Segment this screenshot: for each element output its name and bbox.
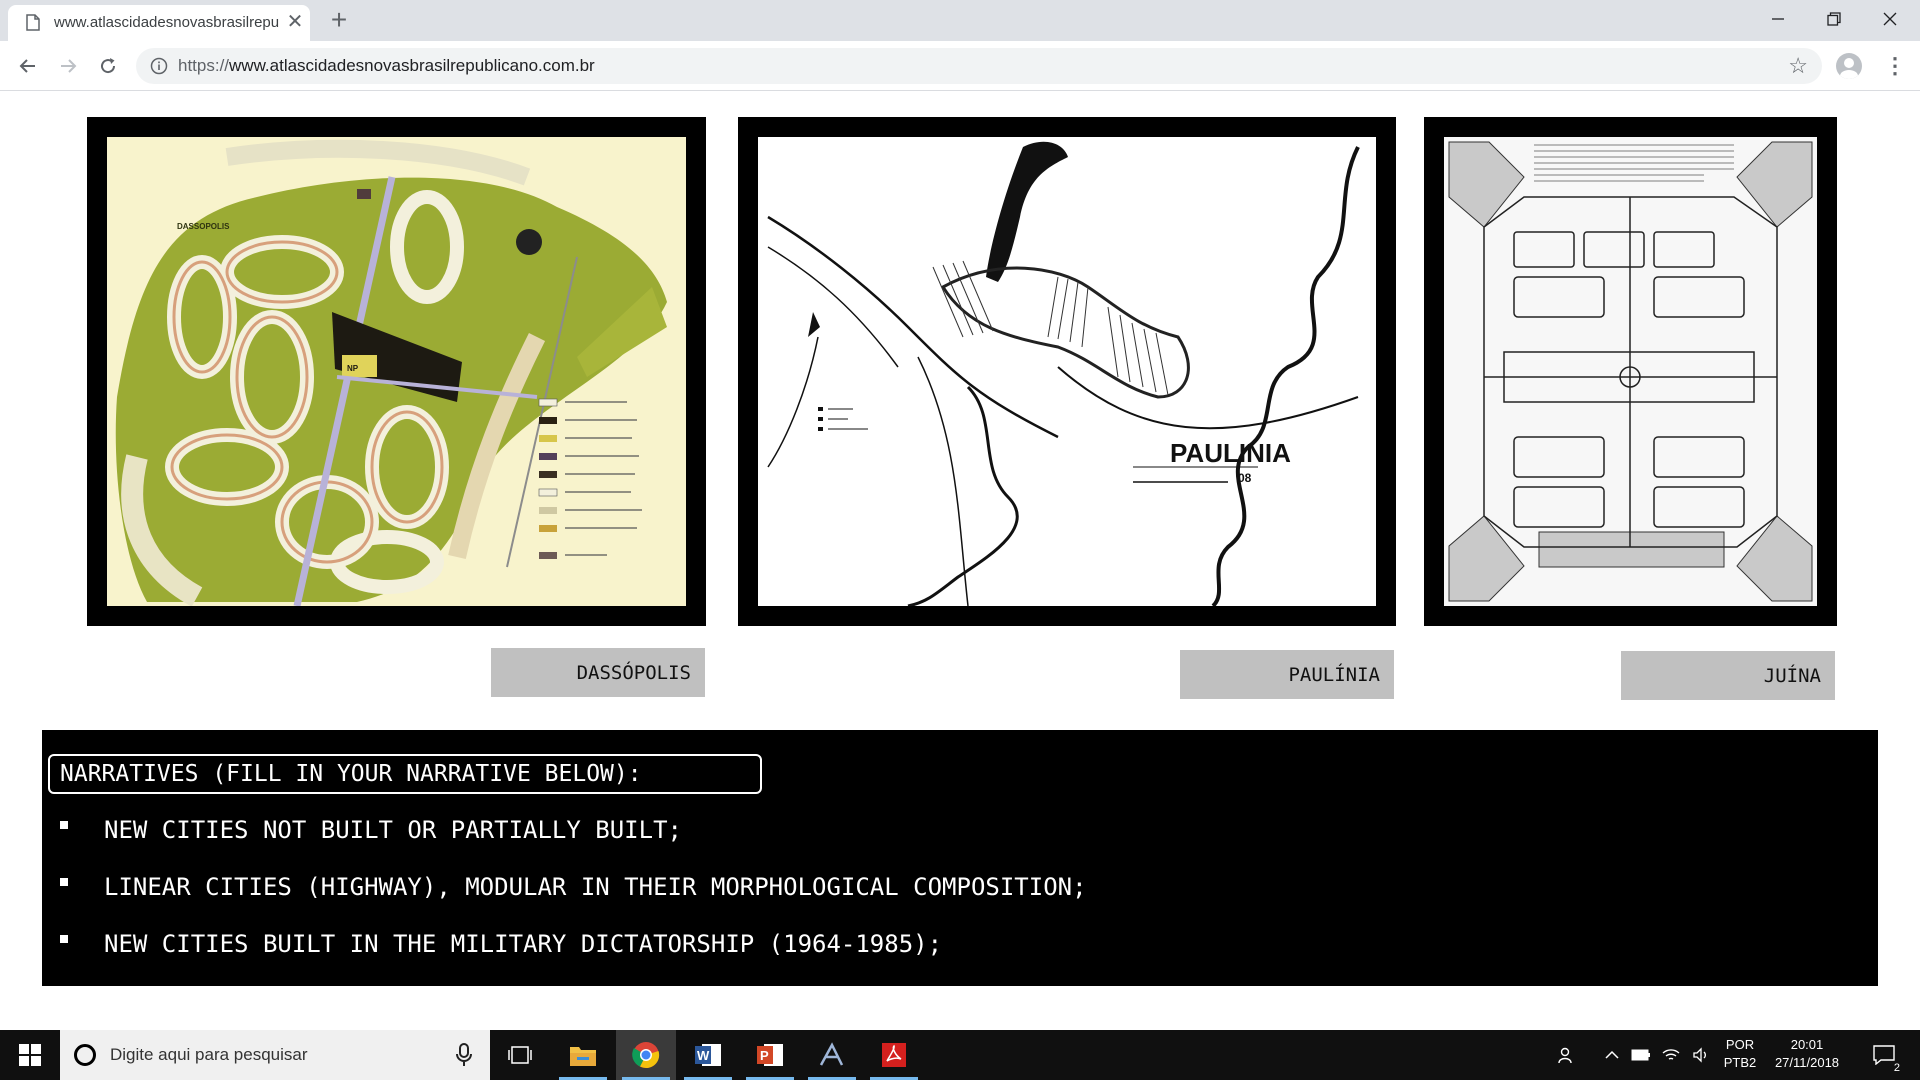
svg-text:P: P [760,1048,769,1063]
juina-map-frame [1424,117,1837,626]
address-bar[interactable]: https://www.atlascidadesnovasbrasilrepub… [136,48,1822,84]
back-icon[interactable] [11,49,45,83]
task-view-icon[interactable] [490,1030,550,1080]
chevron-up-icon[interactable] [1600,1030,1624,1080]
word-icon[interactable]: W [678,1030,738,1080]
narrative-item: LINEAR CITIES (HIGHWAY), MODULAR IN THEI… [60,870,1087,904]
bullet-icon [60,821,68,829]
svg-text:NP: NP [347,364,359,373]
svg-text:W: W [697,1048,710,1063]
tab-strip: www.atlascidadesnovasbrasilrepublicano.c… [0,0,1920,41]
bullet-icon [60,935,68,943]
reload-icon[interactable] [91,49,125,83]
cortana-icon [74,1044,96,1066]
url-text: https://www.atlascidadesnovasbrasilrepub… [178,56,595,75]
acrobat-icon[interactable] [864,1030,924,1080]
browser-tab[interactable]: www.atlascidadesnovasbrasilrepublicano.c… [8,5,310,41]
tab-title: www.atlascidadesnovasbrasilrepublicano.c… [54,14,279,31]
people-icon[interactable] [1552,1030,1582,1080]
narrative-item: NEW CITIES BUILT IN THE MILITARY DICTATO… [60,927,942,961]
juina-map-image [1444,137,1817,606]
caption-juina: JUÍNA [1621,651,1835,700]
paulinia-map-frame: PAULINIA 08 [738,117,1396,626]
minimize-icon[interactable] [1748,0,1808,38]
info-icon[interactable] [150,57,168,75]
caption-dassopolis: DASSÓPOLIS [491,648,705,697]
narratives-heading: NARRATIVES (FILL IN YOUR NARRATIVE BELOW… [48,754,762,794]
file-explorer-icon[interactable] [553,1030,613,1080]
drawing-app-icon[interactable] [802,1030,862,1080]
narrative-item: NEW CITIES NOT BUILT OR PARTIALLY BUILT; [60,813,682,847]
search-placeholder: Digite aqui para pesquisar [110,1045,308,1064]
profile-avatar-icon[interactable] [1836,53,1862,79]
dassopolis-map-frame: DASSOPOLIS NP [87,117,706,626]
svg-text:DASSOPOLIS: DASSOPOLIS [177,222,230,231]
browser-menu-icon[interactable]: ⋮ [1884,51,1906,81]
close-window-icon[interactable] [1860,0,1920,38]
battery-icon[interactable] [1628,1030,1654,1080]
windows-taskbar: Digite aqui para pesquisar W P POR PTB2 … [0,1030,1920,1080]
clock[interactable]: 20:01 27/11/2018 [1764,1036,1850,1072]
notification-center-icon[interactable]: 2 [1862,1030,1906,1080]
microphone-icon[interactable] [456,1043,472,1067]
forward-icon[interactable] [51,49,85,83]
windows-logo-icon [19,1044,41,1066]
start-button[interactable] [0,1030,60,1080]
notification-count: 2 [1893,1062,1900,1074]
new-tab-icon[interactable]: + [325,6,353,34]
bullet-icon [60,878,68,886]
powerpoint-icon[interactable]: P [740,1030,800,1080]
chrome-icon[interactable] [616,1030,676,1080]
browser-toolbar: https://www.atlascidadesnovasbrasilrepub… [0,41,1920,91]
page-icon [26,14,40,31]
close-tab-icon[interactable]: ✕ [284,11,306,33]
bookmark-star-icon[interactable]: ☆ [1788,54,1808,78]
caption-paulinia: PAULÍNIA [1180,650,1394,699]
taskbar-search-box[interactable]: Digite aqui para pesquisar [60,1030,490,1080]
wifi-icon[interactable] [1658,1030,1684,1080]
paulinia-map-image: PAULINIA 08 [758,137,1376,606]
svg-text:08: 08 [1238,471,1252,485]
volume-icon[interactable] [1688,1030,1714,1080]
svg-text:PAULINIA: PAULINIA [1170,438,1291,468]
narratives-panel: NARRATIVES (FILL IN YOUR NARRATIVE BELOW… [42,730,1878,986]
input-language-indicator[interactable]: POR PTB2 [1718,1036,1762,1072]
restore-icon[interactable] [1804,0,1864,38]
dassopolis-map-image: DASSOPOLIS NP [107,137,686,606]
